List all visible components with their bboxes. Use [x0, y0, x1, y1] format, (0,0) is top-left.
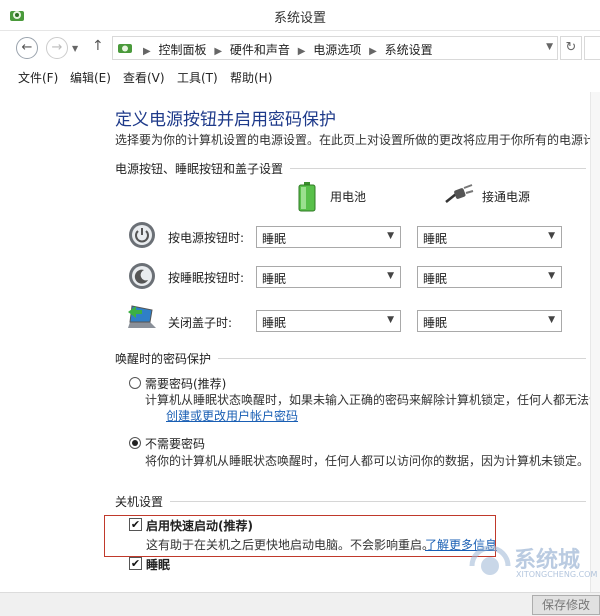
breadcrumb-item[interactable]: 硬件和声音	[230, 43, 290, 57]
breadcrumb-separator-icon: ▶	[143, 46, 151, 57]
menu-tools[interactable]: 工具(T)	[177, 69, 218, 86]
battery-icon	[298, 182, 316, 212]
chevron-down-icon: ▼	[548, 271, 555, 281]
watermark-subtext: XITONGCHENG.COM	[516, 570, 598, 579]
sleep-button-icon	[129, 263, 155, 289]
chevron-down-icon: ▼	[387, 271, 394, 281]
menu-bar: 文件(F) 编辑(E) 查看(V) 工具(T) 帮助(H)	[0, 66, 600, 88]
section-divider	[290, 168, 586, 169]
address-dropdown-icon[interactable]: ▼	[546, 42, 553, 52]
fast-startup-highlight-box	[104, 515, 496, 557]
watermark-logo: 系统城 XITONGCHENG.COM	[466, 530, 598, 590]
section-divider	[218, 358, 586, 359]
breadcrumb-separator-icon: ▶	[297, 46, 306, 57]
menu-help[interactable]: 帮助(H)	[230, 69, 272, 86]
sleep-checkbox[interactable]: ✔	[129, 557, 142, 570]
section-divider	[170, 501, 586, 502]
sleep-label[interactable]: 睡眠	[146, 556, 170, 573]
sleep-button-plugged-select[interactable]: 睡眠 ▼	[417, 266, 562, 288]
chevron-down-icon: ▼	[387, 315, 394, 325]
menu-view[interactable]: 查看(V)	[123, 69, 165, 86]
no-password-description: 将你的计算机从睡眠状态唤醒时，任何人都可以访问你的数据，因为计算机未锁定。	[145, 454, 590, 468]
require-password-radio[interactable]	[129, 377, 141, 389]
breadcrumb-item[interactable]: 系统设置	[385, 43, 433, 57]
select-value: 睡眠	[423, 272, 448, 286]
password-section-title: 唤醒时的密码保护	[115, 352, 212, 366]
power-section-title: 电源按钮、睡眠按钮和盖子设置	[115, 162, 284, 176]
chevron-down-icon: ▼	[548, 315, 555, 325]
chevron-down-icon: ▼	[387, 231, 394, 241]
sleep-button-label: 按睡眠按钮时:	[168, 271, 245, 285]
sleep-button-battery-select[interactable]: 睡眠 ▼	[256, 266, 401, 288]
up-arrow-icon[interactable]: ↑	[92, 38, 104, 54]
breadcrumb: ▶ 控制面板 ▶ 硬件和声音 ▶ 电源选项 ▶ 系统设置	[139, 41, 433, 58]
change-password-link[interactable]: 创建或更改用户帐户密码	[166, 407, 298, 424]
window-title: 系统设置	[273, 11, 326, 26]
forward-button[interactable]: →	[46, 37, 68, 59]
breadcrumb-item[interactable]: 电源选项	[313, 43, 361, 57]
refresh-button[interactable]: ↻	[560, 36, 582, 60]
title-bar: 系统设置	[0, 0, 600, 31]
laptop-lid-icon	[128, 305, 156, 328]
no-password-radio[interactable]	[129, 437, 141, 449]
breadcrumb-separator-icon: ▶	[214, 46, 223, 57]
page-title: 定义电源按钮并启用密码保护	[115, 110, 336, 130]
back-button[interactable]: ←	[16, 37, 38, 59]
close-lid-plugged-select[interactable]: 睡眠 ▼	[417, 310, 562, 332]
recent-pages-chevron-icon[interactable]: ▼	[72, 44, 78, 53]
battery-column-label: 用电池	[330, 190, 367, 204]
address-bar: ← → ▼ ↑ ▶ 控制面板 ▶ 硬件和声音 ▶ 电源选项 ▶ 系统设置 ▼ ↻	[0, 31, 600, 65]
menu-file[interactable]: 文件(F)	[18, 69, 58, 86]
control-panel-icon	[118, 44, 132, 53]
page-subtitle: 选择要为你的计算机设置的电源设置。在此页上对设置所做的更改将应用于你所有的电源计…	[115, 133, 600, 147]
search-input[interactable]	[584, 36, 600, 60]
plugged-in-column-label: 接通电源	[482, 190, 531, 204]
select-value: 睡眠	[423, 316, 448, 330]
shutdown-section-title: 关机设置	[115, 495, 164, 509]
power-button-icon	[129, 222, 155, 248]
require-password-label[interactable]: 需要密码(推荐)	[145, 375, 226, 392]
power-button-plugged-select[interactable]: 睡眠 ▼	[417, 226, 562, 248]
save-button[interactable]: 保存修改	[532, 595, 600, 615]
close-lid-label: 关闭盖子时:	[168, 316, 233, 330]
breadcrumb-separator-icon: ▶	[369, 46, 377, 57]
select-value: 睡眠	[423, 232, 448, 246]
power-plug-icon	[445, 184, 474, 203]
footer-bar: 保存修改	[0, 592, 600, 616]
address-box[interactable]: ▶ 控制面板 ▶ 硬件和声音 ▶ 电源选项 ▶ 系统设置 ▼	[112, 36, 558, 60]
chevron-down-icon: ▼	[548, 231, 555, 241]
require-password-description: 计算机从睡眠状态唤醒时，如果未输入正确的密码来解除计算机锁定，任何人都无法访问.…	[145, 393, 600, 407]
breadcrumb-item[interactable]: 控制面板	[159, 43, 207, 57]
power-button-battery-select[interactable]: 睡眠 ▼	[256, 226, 401, 248]
close-lid-battery-select[interactable]: 睡眠 ▼	[256, 310, 401, 332]
power-button-label: 按电源按钮时:	[168, 231, 245, 245]
content-area: 定义电源按钮并启用密码保护 选择要为你的计算机设置的电源设置。在此页上对设置所做…	[0, 88, 600, 588]
select-value: 睡眠	[262, 316, 287, 330]
select-value: 睡眠	[262, 232, 287, 246]
vertical-scrollbar[interactable]	[590, 92, 600, 592]
menu-edit[interactable]: 编辑(E)	[70, 69, 111, 86]
select-value: 睡眠	[262, 272, 287, 286]
no-password-label[interactable]: 不需要密码	[145, 435, 205, 452]
